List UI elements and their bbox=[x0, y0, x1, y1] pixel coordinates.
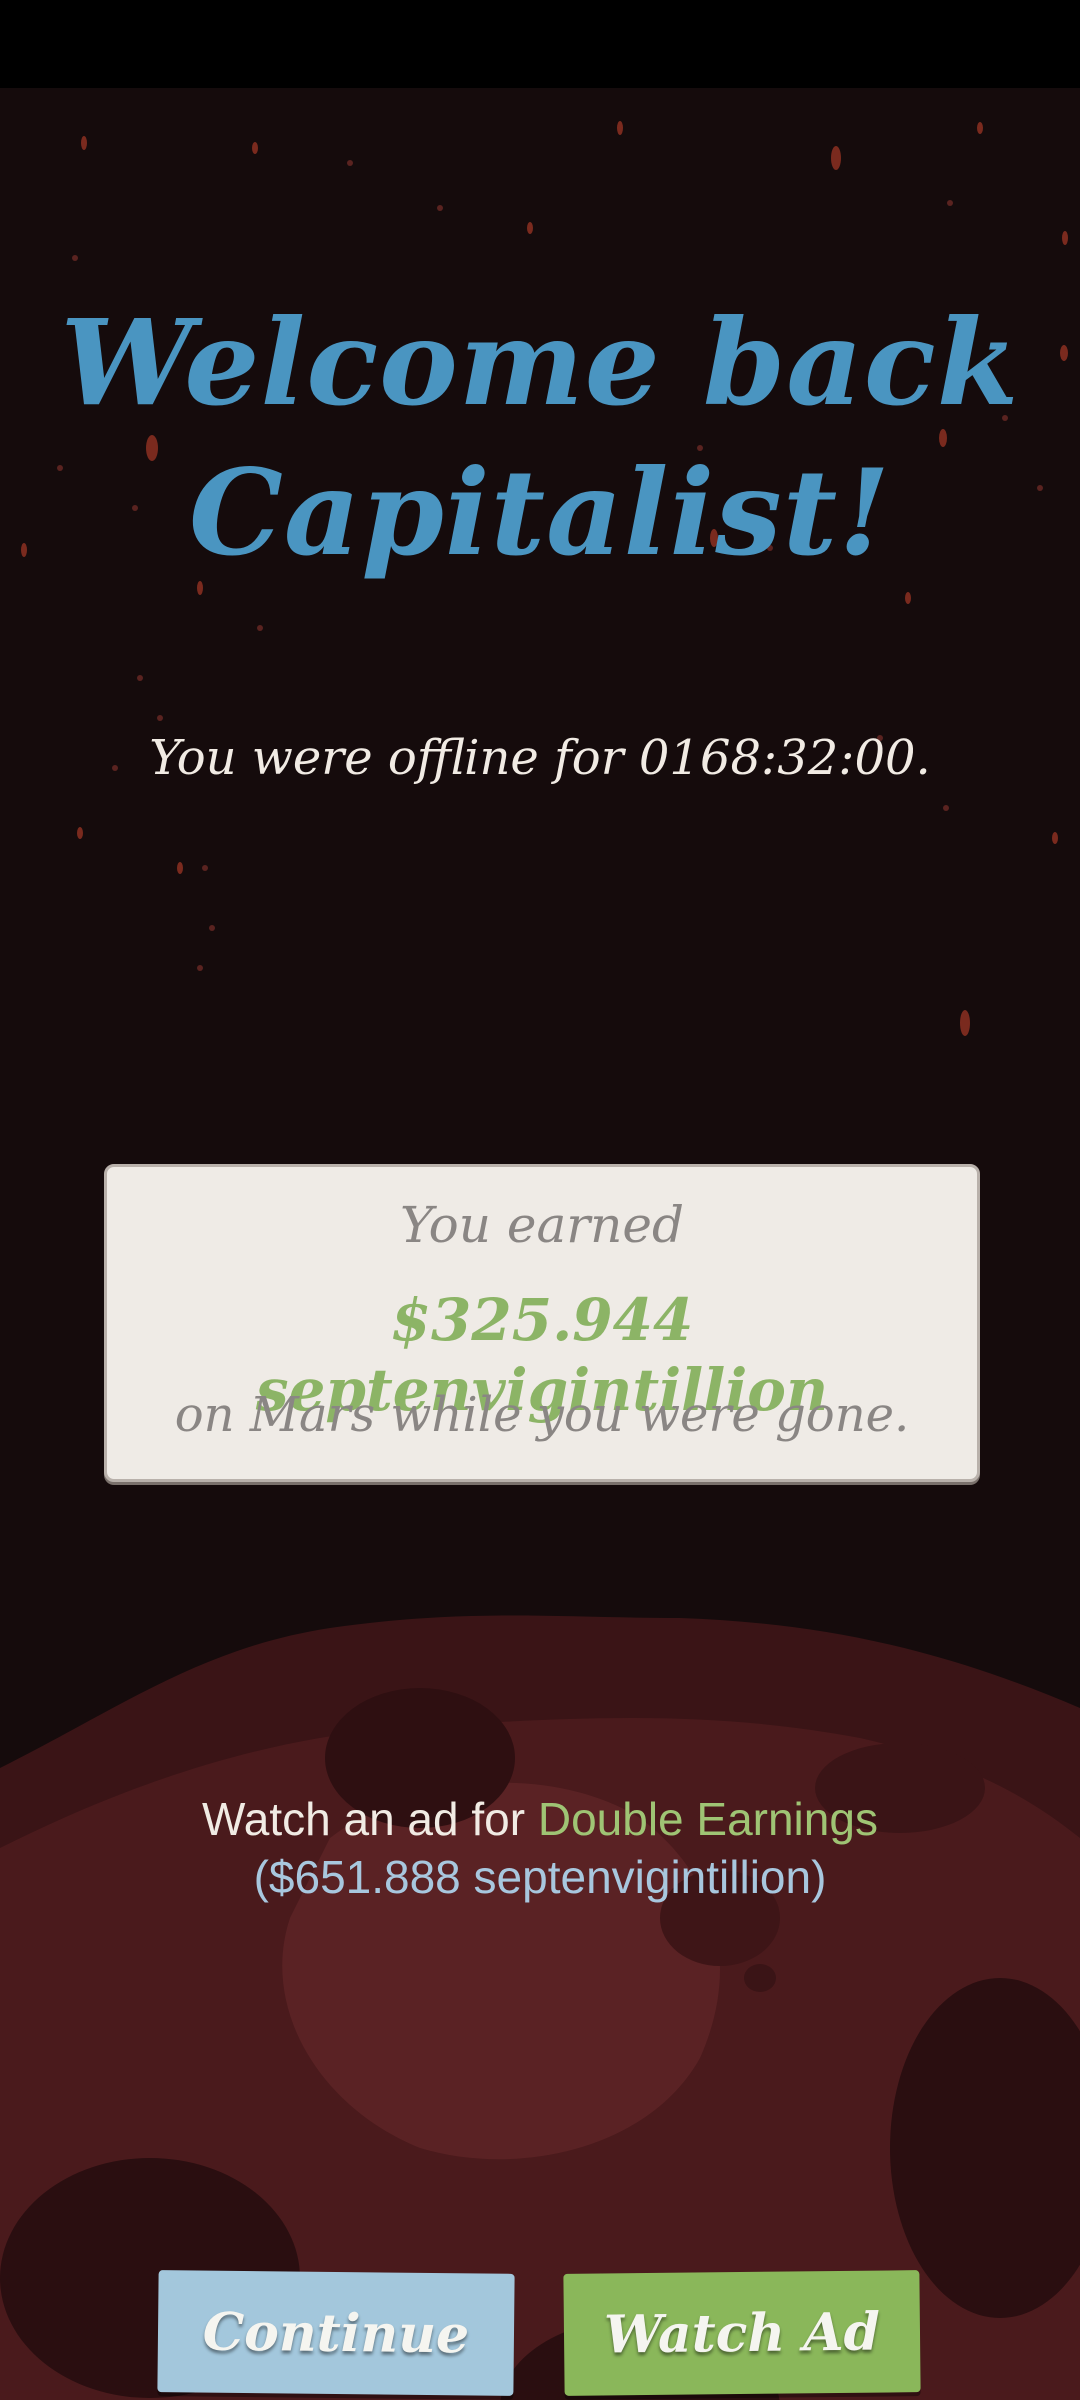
ad-offer-value: ($651.888 septenvigintillion) bbox=[253, 1851, 827, 1903]
continue-button[interactable]: Continue bbox=[157, 2270, 515, 2396]
continue-button-label: Continue bbox=[202, 2301, 470, 2365]
earnings-panel: You earned $325.944 septenvigintillion o… bbox=[104, 1164, 980, 1482]
ad-offer-prefix: Watch an ad for bbox=[202, 1793, 538, 1845]
earnings-label: You earned bbox=[400, 1196, 684, 1254]
starfield-background bbox=[21, 121, 1068, 1036]
offline-duration-text: You were offline for 0168:32:00. bbox=[149, 730, 931, 786]
watch-ad-button[interactable]: Watch Ad bbox=[563, 2270, 921, 2396]
welcome-title: Welcome back Capitalist! bbox=[60, 288, 1020, 588]
ad-offer-highlight: Double Earnings bbox=[537, 1793, 878, 1845]
watch-ad-button-label: Watch Ad bbox=[603, 2301, 881, 2365]
offline-earnings-screen: Welcome back Capitalist! You were offlin… bbox=[0, 88, 1080, 2400]
status-bar bbox=[0, 0, 1080, 88]
welcome-title-line2: Capitalist! bbox=[188, 443, 892, 582]
welcome-title-line1: Welcome back bbox=[60, 293, 1020, 432]
ad-offer-text: Watch an ad for Double Earnings ($651.88… bbox=[110, 1790, 970, 1906]
earnings-location-text: on Mars while you were gone. bbox=[174, 1387, 910, 1443]
